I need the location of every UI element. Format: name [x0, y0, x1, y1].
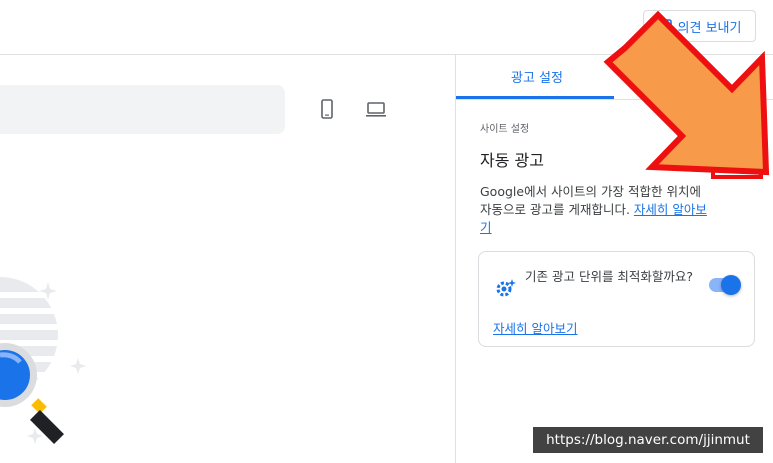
- preview-url-bar: [0, 85, 285, 134]
- annotation-arrow-icon: [603, 10, 770, 176]
- magnifier-illustration: [0, 277, 86, 444]
- tab-ad-settings[interactable]: 광고 설정: [511, 67, 563, 86]
- sparkle-gear-icon: [496, 279, 516, 297]
- watermark: https://blog.naver.com/jjinmut: [533, 427, 763, 453]
- optimize-learn-more-link[interactable]: 자세히 알아보기: [493, 318, 577, 337]
- auto-ads-description: Google에서 사이트의 가장 적합한 위치에 자동으로 광고를 게재합니다.…: [480, 183, 715, 237]
- auto-ads-title: 자동 광고: [480, 151, 544, 170]
- section-label: 사이트 설정: [480, 124, 530, 135]
- optimize-ad-units-card: 기존 광고 단위를 최적화할까요? 자세히 알아보기: [478, 251, 755, 347]
- desktop-device-icon[interactable]: [365, 98, 387, 120]
- optimize-ad-units-toggle[interactable]: [709, 275, 741, 295]
- optimize-ad-units-text: 기존 광고 단위를 최적화할까요?: [525, 269, 694, 284]
- mobile-device-icon[interactable]: [316, 98, 338, 120]
- toggle-knob: [721, 275, 741, 295]
